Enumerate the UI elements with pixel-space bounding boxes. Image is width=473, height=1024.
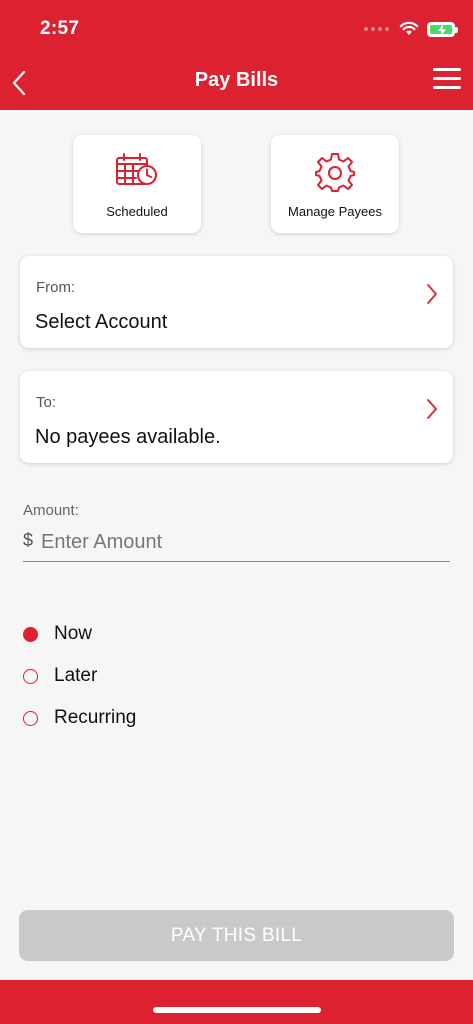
calendar-clock-icon — [116, 153, 157, 185]
status-indicators — [364, 18, 458, 40]
app-header: 2:57 Pay Bills — [0, 0, 473, 110]
chevron-right-icon — [427, 284, 437, 304]
manage-payees-button[interactable]: Manage Payees — [271, 135, 399, 233]
menu-icon[interactable] — [433, 68, 461, 92]
amount-underline — [23, 561, 450, 562]
radio-later[interactable]: Later — [23, 665, 97, 687]
scheduled-label: Scheduled — [106, 204, 168, 219]
pay-this-bill-button[interactable]: PAY THIS BILL — [19, 910, 454, 961]
battery-icon — [427, 21, 458, 37]
signal-icon — [364, 27, 389, 31]
from-account-selector[interactable]: From: Select Account — [20, 256, 453, 348]
gear-icon — [315, 153, 355, 192]
radio-selected-icon — [23, 626, 38, 642]
to-value: No payees available. — [35, 426, 221, 448]
radio-now[interactable]: Now — [23, 623, 92, 645]
amount-label: Amount: — [23, 502, 79, 519]
status-time: 2:57 — [40, 18, 80, 39]
radio-label-later: Later — [54, 665, 98, 686]
to-label: To: — [36, 394, 57, 411]
scheduled-button[interactable]: Scheduled — [73, 135, 201, 233]
wifi-icon — [399, 21, 419, 35]
chevron-right-icon — [427, 399, 437, 419]
radio-recurring[interactable]: Recurring — [23, 707, 136, 729]
radio-label-now: Now — [54, 623, 93, 644]
amount-input[interactable] — [41, 526, 441, 558]
to-payee-selector[interactable]: To: No payees available. — [20, 371, 453, 463]
bottom-bar — [0, 980, 473, 1024]
manage-payees-label: Manage Payees — [288, 204, 382, 219]
from-label: From: — [36, 279, 76, 296]
home-indicator[interactable] — [153, 1007, 321, 1013]
currency-symbol: $ — [23, 530, 34, 550]
radio-unselected-icon — [23, 710, 38, 726]
page-title: Pay Bills — [194, 69, 279, 91]
radio-label-recurring: Recurring — [54, 707, 137, 728]
radio-unselected-icon — [23, 668, 38, 684]
from-value: Select Account — [35, 311, 168, 333]
